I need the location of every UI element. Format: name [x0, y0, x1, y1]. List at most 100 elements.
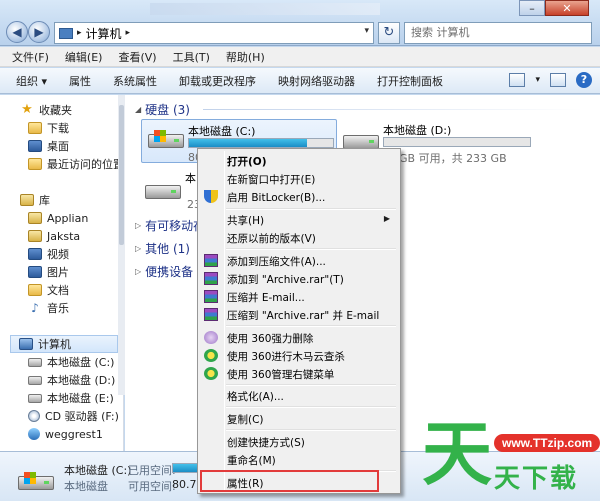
menu-item-restore-versions[interactable]: 还原以前的版本(V): [200, 229, 398, 246]
group-other[interactable]: ▷ 其他 (1): [135, 240, 190, 257]
nav-computer[interactable]: 计算机: [10, 335, 118, 353]
view-dropdown-icon[interactable]: ▾: [535, 75, 540, 85]
winrar-icon: [204, 254, 218, 267]
address-dropdown-icon[interactable]: ▾: [364, 26, 369, 36]
nav-item-documents[interactable]: 文档: [28, 281, 69, 299]
menu-label: 创建快捷方式(S): [227, 437, 305, 449]
menu-label: 使用 360强力删除: [227, 333, 314, 345]
menu-label: 添加到 "Archive.rar"(T): [227, 274, 344, 286]
library-folder-icon: [28, 212, 42, 224]
menu-item-360-delete[interactable]: 使用 360强力删除: [200, 329, 398, 346]
nav-item-jaksta[interactable]: Jaksta: [28, 227, 80, 245]
menu-item-bitlocker[interactable]: 启用 BitLocker(B)...: [200, 188, 398, 205]
menu-item-rename[interactable]: 重命名(M): [200, 451, 398, 468]
uninstall-program-button[interactable]: 卸载或更改程序: [179, 73, 256, 89]
drive-info: GB 可用，共 233 GB: [399, 152, 507, 165]
menu-item-copy[interactable]: 复制(C): [200, 410, 398, 427]
menu-item-360-scan[interactable]: 使用 360进行木马云查杀: [200, 347, 398, 364]
nav-item-music[interactable]: ♪ 音乐: [28, 299, 69, 317]
menu-item-add-archive[interactable]: 添加到压缩文件(A)...: [200, 252, 398, 269]
menu-edit[interactable]: 编辑(E): [65, 49, 103, 65]
details-used-label: 已用空间:: [128, 464, 176, 477]
nav-label: CD 驱动器 (F:) H: [45, 410, 124, 423]
360-icon: [204, 367, 218, 380]
network-drive-icon: [28, 428, 40, 440]
cd-drive-icon: [28, 410, 40, 422]
back-button[interactable]: ◀: [6, 21, 28, 43]
nav-item-drive-d[interactable]: 本地磁盘 (D:): [28, 371, 115, 389]
close-button[interactable]: ✕: [545, 0, 589, 16]
computer-icon: [59, 27, 73, 39]
drive-usage-bar: [188, 138, 334, 148]
nav-favorites[interactable]: ★ 收藏夹: [20, 101, 72, 119]
menu-bar: 文件(F) 编辑(E) 查看(V) 工具(T) 帮助(H): [0, 47, 600, 67]
menu-label: 打开(O): [227, 156, 267, 168]
details-drive-name: 本地磁盘 (C:): [64, 464, 132, 477]
winrar-icon: [204, 290, 218, 303]
group-removable[interactable]: ▷ 有可移动存: [135, 217, 205, 234]
nav-item-desktop[interactable]: 桌面: [28, 137, 69, 155]
search-input[interactable]: 搜索 计算机: [404, 22, 592, 44]
drive-tile-e[interactable]: 本 233: [141, 167, 208, 211]
menu-item-compress-email[interactable]: 压缩并 E-mail...: [200, 288, 398, 305]
organize-button[interactable]: 组织 ▾: [16, 73, 47, 89]
document-icon: [28, 284, 42, 296]
menu-file[interactable]: 文件(F): [12, 49, 49, 65]
map-network-drive-button[interactable]: 映射网络驱动器: [278, 73, 355, 89]
forward-button[interactable]: ▶: [28, 21, 50, 43]
winrar-icon: [204, 308, 218, 321]
preview-pane-icon[interactable]: [550, 73, 566, 87]
menu-label: 启用 BitLocker(B)...: [227, 192, 326, 204]
drive-name: 本地磁盘 (D:): [383, 124, 452, 137]
menu-item-360-manage[interactable]: 使用 360管理右键菜单: [200, 365, 398, 382]
nav-item-pictures[interactable]: 图片: [28, 263, 69, 281]
help-icon[interactable]: ?: [576, 72, 592, 88]
open-control-panel-button[interactable]: 打开控制面板: [377, 73, 443, 89]
watermark-logo: 天: [422, 413, 492, 495]
nav-library[interactable]: 库: [20, 191, 50, 209]
nav-label: Jaksta: [47, 229, 81, 243]
menu-item-add-rar[interactable]: 添加到 "Archive.rar"(T): [200, 270, 398, 287]
nav-item-recent[interactable]: 最近访问的位置: [28, 155, 123, 173]
view-options-icon[interactable]: [509, 73, 526, 87]
nav-item-downloads[interactable]: 下载: [28, 119, 69, 137]
menu-item-format[interactable]: 格式化(A)...: [200, 387, 398, 404]
menu-label: 在新窗口中打开(E): [227, 174, 316, 186]
nav-item-applian[interactable]: Applian: [28, 209, 88, 227]
group-hard-drives[interactable]: ◢ 硬盘 (3): [135, 101, 190, 118]
nav-item-drive-e[interactable]: 本地磁盘 (E:): [28, 389, 114, 407]
menu-label: 复制(C): [227, 414, 264, 426]
menu-item-compress-rar-email[interactable]: 压缩到 "Archive.rar" 并 E-mail: [200, 306, 398, 323]
360-shredder-icon: [204, 331, 218, 344]
menu-item-open-new-window[interactable]: 在新窗口中打开(E): [200, 170, 398, 187]
menu-item-open[interactable]: 打开(O): [200, 152, 398, 169]
nav-item-drive-c[interactable]: 本地磁盘 (C:): [28, 353, 114, 371]
collapse-arrow-icon: ◢: [135, 105, 142, 114]
menu-item-create-shortcut[interactable]: 创建快捷方式(S): [200, 433, 398, 450]
nav-item-network-drive[interactable]: weggrest1: [28, 425, 103, 443]
nav-label: 收藏夹: [39, 104, 72, 117]
menu-help[interactable]: 帮助(H): [226, 49, 265, 65]
scrollbar-thumb[interactable]: [119, 105, 124, 245]
hard-drive-icon: [28, 375, 42, 385]
group-portable[interactable]: ▷ 便携设备: [135, 263, 193, 280]
system-properties-button[interactable]: 系统属性: [113, 73, 157, 89]
nav-label: 音乐: [47, 302, 69, 315]
menu-item-share[interactable]: 共享(H) ▶: [200, 211, 398, 228]
properties-button[interactable]: 属性: [69, 73, 91, 89]
address-bar[interactable]: ▸ 计算机 ▸ ▾: [54, 22, 374, 44]
menu-label: 使用 360管理右键菜单: [227, 369, 335, 381]
nav-label: 本地磁盘 (E:): [47, 392, 114, 405]
nav-item-cd-drive[interactable]: CD 驱动器 (F:) H: [28, 407, 124, 425]
minimize-button[interactable]: –: [519, 0, 545, 16]
music-icon: ♪: [31, 301, 39, 315]
menu-label: 压缩并 E-mail...: [227, 292, 305, 304]
nav-scrollbar[interactable]: [118, 95, 125, 395]
nav-item-videos[interactable]: 视频: [28, 245, 69, 263]
details-drive-type: 本地磁盘: [64, 480, 108, 493]
refresh-button[interactable]: ↻: [378, 22, 400, 44]
expand-arrow-icon: ▷: [135, 267, 142, 276]
menu-view[interactable]: 查看(V): [118, 49, 156, 65]
menu-tools[interactable]: 工具(T): [173, 49, 210, 65]
winrar-icon: [204, 272, 218, 285]
